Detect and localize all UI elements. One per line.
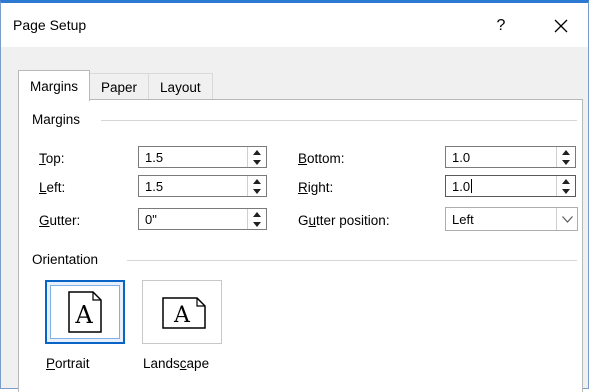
title-bar: Page Setup ? (1, 3, 588, 47)
orientation-group-divider (127, 260, 577, 261)
arrow-down-icon (252, 188, 261, 194)
portrait-label-text: ortrait (55, 356, 90, 371)
right-margin-value-text: 1.0 (452, 179, 471, 194)
close-button[interactable] (541, 11, 581, 41)
top-label-accelerator: T (39, 151, 46, 166)
top-label-text: op: (45, 151, 65, 166)
left-margin-down-button[interactable] (248, 186, 265, 196)
arrow-up-icon (561, 149, 570, 155)
bottom-margin-spinner[interactable]: 1.0 (445, 146, 576, 168)
bottom-margin-down-button[interactable] (557, 157, 574, 167)
right-margin-value: 1.0 (452, 179, 473, 194)
left-label: Left: (39, 180, 65, 195)
bottom-margin-arrows (556, 147, 575, 167)
gutter-spinner[interactable]: 0" (138, 208, 267, 230)
close-icon (554, 19, 568, 33)
landscape-label-pre: Lands (143, 356, 180, 371)
gutter-position-select[interactable]: Left (445, 207, 578, 231)
margins-tab-panel: Margins Top: 1.5 Bottom: 1.0 Left: 1.5 R… (18, 99, 583, 392)
bottom-label-text: ottom: (307, 151, 345, 166)
gutter-position-label: Gutter position: (298, 213, 390, 228)
bottom-label: Bottom: (298, 151, 345, 166)
tab-strip: Margins Paper Layout (18, 70, 213, 101)
landscape-label[interactable]: Landscape (143, 356, 209, 371)
arrow-up-icon (252, 178, 261, 184)
gutter-up-button[interactable] (248, 209, 265, 219)
left-margin-up-button[interactable] (248, 176, 265, 186)
arrow-up-icon (252, 149, 261, 155)
portrait-label-accelerator: P (46, 356, 56, 371)
right-margin-up-button[interactable] (557, 176, 574, 186)
right-margin-spinner[interactable]: 1.0 (445, 175, 576, 197)
landscape-button[interactable]: A (142, 280, 222, 344)
tab-paper[interactable]: Paper (89, 73, 150, 100)
orientation-group-label: Orientation (32, 252, 105, 267)
left-margin-arrows (247, 176, 266, 196)
landscape-label-accelerator: c (179, 356, 187, 371)
arrow-up-icon (252, 211, 261, 217)
top-margin-down-button[interactable] (248, 157, 265, 167)
right-margin-arrows (556, 176, 575, 196)
left-margin-spinner[interactable]: 1.5 (138, 175, 267, 197)
gutter-arrows (247, 209, 266, 229)
right-label-text: ight: (307, 180, 334, 195)
top-margin-spinner[interactable]: 1.5 (138, 146, 267, 168)
portrait-button[interactable]: A (45, 280, 125, 344)
help-icon: ? (496, 17, 506, 34)
landscape-page-icon: A (162, 297, 206, 329)
top-margin-up-button[interactable] (248, 147, 265, 157)
gutter-position-label-pre: G (298, 213, 309, 228)
right-label-accelerator: R (298, 180, 308, 195)
arrow-up-icon (561, 178, 570, 184)
page-setup-dialog: Page Setup ? Margins Paper Layout Margin… (0, 0, 589, 392)
portrait-label[interactable]: Portrait (46, 356, 90, 371)
gutter-label-accelerator: G (39, 213, 50, 228)
top-margin-value: 1.5 (145, 150, 164, 165)
left-label-text: eft: (46, 180, 66, 195)
gutter-value: 0" (145, 212, 157, 227)
gutter-position-label-accelerator: u (308, 213, 317, 228)
landscape-glyph: A (173, 303, 191, 328)
dialog-title: Page Setup (13, 17, 87, 33)
landscape-label-text: ape (186, 356, 210, 371)
top-label: Top: (39, 151, 65, 166)
text-caret (471, 179, 473, 193)
arrow-down-icon (252, 221, 261, 227)
gutter-label: Gutter: (39, 213, 80, 228)
arrow-down-icon (252, 159, 261, 165)
chevron-down-icon (561, 215, 573, 223)
margins-group-label: Margins (32, 112, 87, 127)
left-label-accelerator: L (39, 180, 47, 195)
right-margin-down-button[interactable] (557, 186, 574, 196)
bottom-label-accelerator: B (298, 151, 308, 166)
margins-group-divider (101, 120, 577, 121)
arrow-down-icon (561, 188, 570, 194)
arrow-down-icon (561, 159, 570, 165)
portrait-glyph: A (74, 301, 93, 329)
gutter-position-dropdown-button[interactable] (556, 208, 577, 230)
gutter-down-button[interactable] (248, 219, 265, 229)
left-margin-value: 1.5 (145, 179, 164, 194)
help-button[interactable]: ? (481, 11, 521, 41)
portrait-page-icon: A (68, 291, 102, 333)
tab-layout[interactable]: Layout (148, 73, 213, 100)
bottom-margin-up-button[interactable] (557, 147, 574, 157)
tab-margins[interactable]: Margins (18, 70, 91, 101)
bottom-margin-value: 1.0 (452, 150, 471, 165)
gutter-position-label-text: tter position: (316, 213, 390, 228)
right-label: Right: (298, 180, 333, 195)
gutter-label-text: utter: (49, 213, 81, 228)
top-margin-arrows (247, 147, 266, 167)
gutter-position-value: Left (452, 212, 474, 227)
